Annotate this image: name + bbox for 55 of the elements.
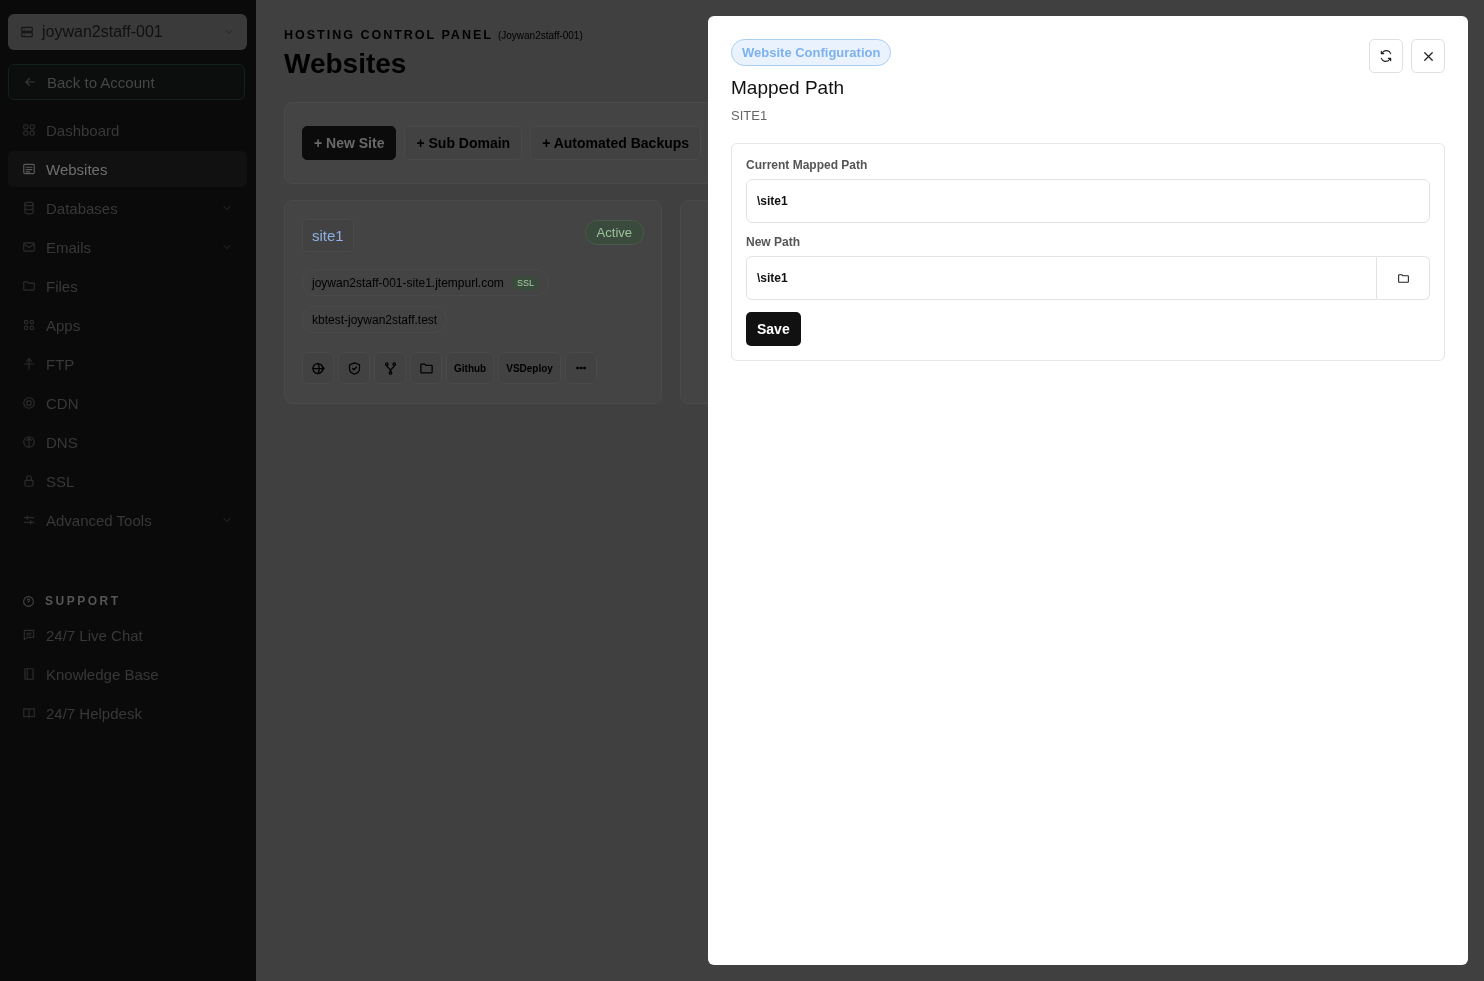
save-button[interactable]: Save	[746, 312, 801, 346]
branch-icon	[382, 360, 398, 376]
folder-button[interactable]	[410, 352, 442, 384]
action-button[interactable]: VSDeploy	[498, 352, 561, 384]
domain-chip[interactable]: joywan2staff-001-site1.jtempurl.com SSL	[302, 269, 549, 296]
folder-icon	[22, 279, 36, 293]
list-icon	[22, 162, 36, 176]
toolbar-button[interactable]: + Sub Domain	[404, 126, 523, 160]
more-button[interactable]	[564, 352, 597, 384]
field-label: Current Mapped Path	[746, 158, 869, 172]
database-icon	[22, 201, 36, 215]
book-open-icon	[22, 706, 36, 720]
arrows-icon	[22, 357, 36, 371]
account-name: (Joywan2staff-001)	[497, 30, 583, 41]
domain-name: joywan2staff-001-site1.jtempurl.com	[312, 275, 504, 290]
folder-icon	[1396, 271, 1410, 285]
mail-icon	[22, 240, 36, 254]
help-icon	[22, 594, 35, 608]
action-button[interactable]: Github	[446, 352, 495, 384]
section-heading: SUPPORT	[45, 594, 121, 608]
page-title: Websites	[284, 48, 407, 80]
dialog-title: Mapped Path	[731, 77, 846, 99]
toolbar-button[interactable]: + Automated Backups	[530, 126, 702, 160]
sliders-icon	[22, 513, 36, 527]
domain-name: kbtest-joywan2staff.test	[312, 312, 438, 327]
dialog-subtitle: SITE1	[731, 108, 769, 123]
input-field[interactable]: \site1	[746, 179, 1430, 223]
field-label: New Path	[746, 235, 801, 249]
chat-icon	[22, 628, 36, 642]
new-site-button[interactable]: + New Site	[302, 126, 397, 160]
folder-icon	[418, 360, 434, 376]
branch-button[interactable]	[374, 352, 406, 384]
refresh-icon	[1379, 49, 1393, 63]
input-field[interactable]: \site1	[746, 256, 1377, 300]
arrow-left-icon	[23, 75, 37, 89]
grid-icon	[22, 123, 36, 137]
globe-button[interactable]	[302, 352, 334, 384]
sidebar-item[interactable]: Websites	[8, 151, 247, 187]
status-badge: Active	[584, 220, 644, 245]
close-button[interactable]	[1411, 39, 1445, 73]
apps-icon	[22, 318, 36, 332]
browse-button[interactable]	[1377, 256, 1430, 300]
target-icon	[22, 396, 36, 410]
shield-button[interactable]	[338, 352, 370, 384]
domain-chip[interactable]: kbtest-joywan2staff.test	[302, 306, 448, 333]
refresh-button[interactable]	[1369, 39, 1403, 73]
book-icon	[22, 667, 36, 681]
lock-icon	[22, 474, 36, 488]
section-badge: Website Configuration	[731, 39, 892, 66]
ssl-badge: SSL	[511, 275, 539, 290]
section-label: HOSTING CONTROL PANEL	[284, 28, 493, 42]
server-icon	[20, 25, 34, 39]
site-link[interactable]: site1	[302, 219, 354, 252]
back-link[interactable]: Back to Account	[8, 64, 245, 100]
shield-icon	[346, 360, 362, 376]
